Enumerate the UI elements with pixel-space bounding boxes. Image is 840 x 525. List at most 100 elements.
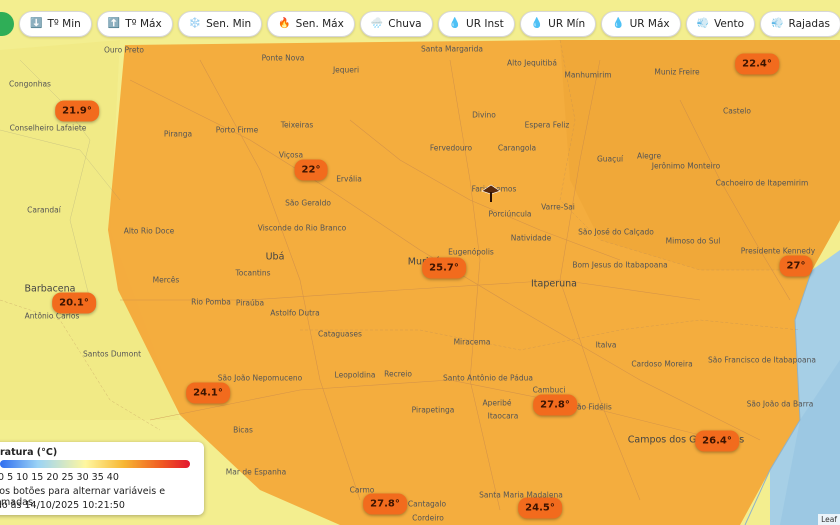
ur-inst-label: UR Inst bbox=[466, 18, 504, 30]
temperature-label[interactable]: 20.1° bbox=[52, 292, 96, 314]
place-label: Manhumirim bbox=[564, 70, 612, 80]
place-label: Fervedouro bbox=[429, 143, 473, 153]
temperature-label[interactable]: 27.8° bbox=[363, 493, 407, 515]
place-label: Leopoldina bbox=[334, 370, 376, 380]
legend-title: ratura (°C) bbox=[0, 447, 58, 458]
place-label: Rio Pomba bbox=[191, 297, 231, 307]
place-label: Itaperuna bbox=[531, 278, 577, 290]
rajadas-button[interactable]: 💨 Rajadas bbox=[760, 11, 840, 37]
temperature-label[interactable]: 22° bbox=[294, 159, 328, 181]
place-label: Carangola bbox=[497, 143, 537, 153]
place-label: Ponte Nova bbox=[261, 53, 305, 63]
sens-min-label: Sen. Min bbox=[206, 18, 252, 30]
place-label: Tocantins bbox=[235, 268, 271, 278]
legend-color-scale bbox=[0, 460, 190, 468]
place-label: Cachoeiro de Itapemirim bbox=[715, 178, 809, 188]
chuva-label: Chuva bbox=[388, 18, 422, 30]
place-label: Natividade bbox=[510, 233, 552, 243]
place-label: Mercês bbox=[152, 275, 180, 285]
place-label: São Francisco de Itabapoana bbox=[708, 355, 816, 365]
place-label: São João Nepomuceno bbox=[217, 373, 303, 383]
place-label: Viçosa bbox=[278, 150, 304, 160]
temp-min-icon: ⬇️ bbox=[30, 18, 43, 29]
place-label: Varre-Sai bbox=[541, 202, 575, 212]
ur-max-button[interactable]: 💧 UR Máx bbox=[601, 11, 681, 37]
place-label: Italva bbox=[595, 340, 617, 350]
place-label: Visconde do Rio Branco bbox=[257, 223, 347, 233]
place-label: Santo Antônio de Pádua bbox=[443, 373, 533, 383]
sens-min-button[interactable]: ❄️ Sen. Min bbox=[177, 11, 263, 37]
chuva-button[interactable]: 🌧️ Chuva bbox=[359, 11, 433, 37]
place-label: Carandaí bbox=[27, 205, 61, 215]
temperature-label[interactable]: 27° bbox=[779, 255, 813, 277]
place-label: Porciúncula bbox=[488, 209, 532, 219]
ur-inst-icon: 💧 bbox=[448, 18, 462, 29]
sens-min-icon: ❄️ bbox=[188, 18, 202, 29]
place-label: Jerônimo Monteiro bbox=[651, 161, 721, 171]
ur-max-label: UR Máx bbox=[629, 18, 670, 30]
place-label: Muniz Freire bbox=[654, 67, 700, 77]
location-marker-icon[interactable] bbox=[480, 182, 502, 204]
place-label: Jequeri bbox=[332, 65, 360, 75]
temperature-label[interactable]: 26.4° bbox=[695, 430, 739, 452]
vento-label: Vento bbox=[714, 18, 745, 30]
place-label: Ouro Preto bbox=[103, 45, 145, 55]
place-label: Cambuci bbox=[532, 385, 566, 395]
place-label: Astolfo Dutra bbox=[270, 308, 320, 318]
active-toggle[interactable] bbox=[0, 12, 14, 36]
temperature-label[interactable]: 27.8° bbox=[533, 394, 577, 416]
place-label: Ubá bbox=[265, 251, 285, 263]
place-label: Alto Jequitibá bbox=[507, 58, 557, 68]
place-label: Cantagalo bbox=[407, 499, 447, 509]
sens-max-label: Sen. Máx bbox=[295, 18, 344, 30]
place-label: Guaçuí bbox=[596, 154, 624, 164]
place-label: Bicas bbox=[233, 425, 253, 435]
temp-min-label: Tº Min bbox=[47, 18, 81, 30]
place-label: Eugenópolis bbox=[448, 247, 494, 257]
temperature-label[interactable]: 25.7° bbox=[422, 257, 466, 279]
place-label: Bom Jesus do Itabapoana bbox=[572, 260, 668, 270]
place-label: Itaocara bbox=[487, 411, 519, 421]
vento-icon: 💨 bbox=[696, 18, 710, 29]
place-label: Teixeiras bbox=[280, 120, 314, 130]
attribution-text: Leaf bbox=[821, 515, 837, 524]
place-label: Cardoso Moreira bbox=[631, 359, 693, 369]
place-label: Conselheiro Lafaiete bbox=[9, 123, 87, 133]
place-label: Espera Feliz bbox=[524, 120, 570, 130]
temp-max-label: Tº Máx bbox=[125, 18, 162, 30]
place-label: Alegre bbox=[636, 151, 662, 161]
place-label: São Fidélis bbox=[572, 402, 612, 412]
legend-ticks: 0 5 10 15 20 25 30 35 40 bbox=[0, 472, 119, 483]
place-label: Presidente Kennedy bbox=[740, 246, 816, 256]
place-label: Miracema bbox=[453, 337, 491, 347]
place-label: Santos Dumont bbox=[82, 349, 142, 359]
ur-min-icon: 💧 bbox=[530, 18, 544, 29]
place-label: Porto Firme bbox=[215, 125, 259, 135]
temperature-label[interactable]: 22.4° bbox=[735, 53, 779, 75]
vento-button[interactable]: 💨 Vento bbox=[685, 11, 756, 37]
ur-max-icon: 💧 bbox=[612, 18, 625, 29]
place-label: Recreio bbox=[384, 369, 412, 379]
variable-toolbar: ⬇️ Tº Min ⬆️ Tº Máx ❄️ Sen. Min 🔥 Sen. Máx 🌧️ Chu… bbox=[0, 0, 840, 48]
sens-max-button[interactable]: 🔥 Sen. Máx bbox=[267, 11, 355, 37]
legend-panel: ratura (°C) 0 5 10 15 20 25 30 35 40 mos… bbox=[0, 442, 204, 515]
place-label: São José do Calçado bbox=[578, 227, 654, 237]
temperature-label[interactable]: 24.5° bbox=[518, 497, 562, 519]
ur-inst-button[interactable]: 💧 UR Inst bbox=[437, 11, 515, 37]
temperature-label[interactable]: 24.1° bbox=[186, 382, 230, 404]
place-label: Congonhas bbox=[9, 79, 51, 89]
place-label: Mimoso do Sul bbox=[665, 236, 721, 246]
place-label: Cataguases bbox=[318, 329, 362, 339]
place-label: São João da Barra bbox=[746, 399, 814, 409]
temp-max-button[interactable]: ⬆️ Tº Máx bbox=[96, 11, 173, 37]
place-label: Castelo bbox=[723, 106, 751, 116]
temperature-label[interactable]: 21.9° bbox=[55, 100, 99, 122]
place-label: Cordeiro bbox=[412, 513, 444, 523]
temp-min-button[interactable]: ⬇️ Tº Min bbox=[19, 11, 92, 37]
ur-min-button[interactable]: 💧 UR Mín bbox=[519, 11, 597, 37]
place-label: Mar de Espanha bbox=[225, 467, 287, 477]
rajadas-label: Rajadas bbox=[788, 18, 830, 30]
chuva-icon: 🌧️ bbox=[370, 18, 384, 29]
map-attribution[interactable]: Leaf bbox=[818, 514, 840, 525]
rajadas-icon: 💨 bbox=[771, 18, 784, 29]
